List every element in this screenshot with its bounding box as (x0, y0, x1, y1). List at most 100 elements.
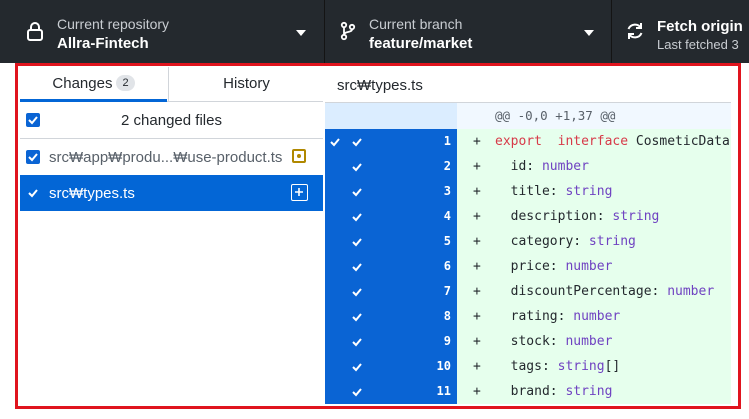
line-include-gutter[interactable] (345, 229, 413, 254)
changes-count-badge: 2 (116, 75, 135, 91)
code-token: number (667, 284, 715, 299)
code-text: discountPercentage: number (495, 284, 715, 299)
select-all-row: 2 changed files (20, 102, 323, 139)
chevron-down-icon (296, 30, 306, 36)
line-number: 3 (443, 184, 451, 198)
diff-line[interactable]: 2 + id: number (325, 154, 731, 179)
line-include-gutter[interactable] (345, 204, 413, 229)
file-list-item-selected[interactable]: src₩types.ts (20, 175, 323, 211)
added-marker: + (473, 234, 481, 249)
current-branch-button[interactable]: Current branch feature/market (325, 0, 612, 63)
line-number: 7 (443, 284, 451, 298)
added-marker: + (473, 334, 481, 349)
branch-name: feature/market (369, 35, 473, 52)
code-token: number (541, 159, 589, 174)
line-number-gutter: 9 (413, 329, 457, 354)
tab-changes[interactable]: Changes 2 (20, 67, 167, 102)
line-select-gutter[interactable] (325, 179, 345, 204)
line-select-gutter[interactable] (325, 204, 345, 229)
last-fetched-text: Last fetched 3 (657, 37, 739, 52)
diff-file-header: src₩types.ts (325, 67, 731, 103)
checkmark-icon (352, 188, 362, 197)
fetch-origin-button[interactable]: Fetch origin Last fetched 3 (612, 0, 749, 63)
line-select-gutter[interactable] (325, 279, 345, 304)
file-path: src₩app₩produ...₩use-product.ts (49, 149, 283, 166)
added-marker: + (473, 134, 481, 149)
line-number-gutter: 4 (413, 204, 457, 229)
line-number-gutter: 1 (413, 129, 457, 154)
checkmark-icon (352, 238, 362, 247)
line-include-gutter[interactable] (345, 179, 413, 204)
line-select-gutter[interactable] (325, 129, 345, 154)
added-marker: + (473, 209, 481, 224)
line-select-gutter[interactable] (325, 229, 345, 254)
line-select-gutter[interactable] (325, 354, 345, 379)
code-token: number (565, 259, 613, 274)
diff-line[interactable]: 4 + description: string (325, 204, 731, 229)
code-token: brand: (495, 384, 566, 399)
hunk-gutter[interactable] (325, 103, 457, 129)
code-text: export interface CosmeticData { (495, 134, 731, 149)
tab-history[interactable]: History (168, 67, 324, 101)
line-include-gutter[interactable] (345, 154, 413, 179)
file-list-item[interactable]: src₩app₩produ...₩use-product.ts (20, 139, 323, 175)
line-include-gutter[interactable] (345, 354, 413, 379)
code-text: price: number (495, 259, 613, 274)
line-number-gutter: 7 (413, 279, 457, 304)
line-number-gutter: 3 (413, 179, 457, 204)
line-select-gutter[interactable] (325, 329, 345, 354)
code-token: string (612, 209, 660, 224)
diff-line[interactable]: 5 + category: string (325, 229, 731, 254)
sidebar-tabs: Changes 2 History (20, 67, 323, 102)
added-marker: + (473, 384, 481, 399)
lock-icon (27, 22, 43, 41)
code-text: tags: string[] (495, 359, 621, 374)
line-include-gutter[interactable] (345, 379, 413, 404)
tab-history-label: History (223, 75, 270, 92)
checkmark-icon (28, 153, 38, 162)
code-text: title: string (495, 184, 613, 199)
diff-line[interactable]: 3 + title: string (325, 179, 731, 204)
code-text: category: string (495, 234, 636, 249)
checkmark-icon (352, 363, 362, 372)
line-select-gutter[interactable] (325, 154, 345, 179)
repository-label: Current repository (57, 16, 170, 32)
line-select-gutter[interactable] (325, 379, 345, 404)
diff-line[interactable]: 9 + stock: number (325, 329, 731, 354)
file-include-checkbox[interactable] (26, 150, 40, 164)
code-token: rating: (495, 309, 574, 324)
code-token: export (495, 134, 542, 149)
line-number: 10 (436, 359, 451, 373)
line-include-gutter[interactable] (345, 129, 413, 154)
file-include-checkbox[interactable] (26, 186, 40, 200)
code-token: string (557, 359, 605, 374)
line-number-gutter: 10 (413, 354, 457, 379)
line-include-gutter[interactable] (345, 279, 413, 304)
modified-status-icon (292, 149, 306, 163)
checkmark-icon (352, 288, 362, 297)
diff-line[interactable]: 11 + brand: string (325, 379, 731, 404)
code-token: string (588, 234, 636, 249)
added-status-icon (291, 184, 308, 201)
checkmark-icon (330, 138, 340, 147)
line-include-gutter[interactable] (345, 304, 413, 329)
line-include-gutter[interactable] (345, 329, 413, 354)
code-text: brand: string (495, 384, 613, 399)
diff-line[interactable]: 7 + discountPercentage: number (325, 279, 731, 304)
line-number: 1 (443, 134, 451, 148)
line-select-gutter[interactable] (325, 254, 345, 279)
diff-line[interactable]: 8 + rating: number (325, 304, 731, 329)
diff-line[interactable]: 10 + tags: string[] (325, 354, 731, 379)
diff-line[interactable]: 6 + price: number (325, 254, 731, 279)
repository-name: Allra-Fintech (57, 35, 149, 52)
line-number: 4 (443, 209, 451, 223)
line-include-gutter[interactable] (345, 254, 413, 279)
hunk-header: @@ -0,0 +1,37 @@ (325, 103, 731, 129)
line-select-gutter[interactable] (325, 304, 345, 329)
diff-line[interactable]: 1 + export interface CosmeticData { (325, 129, 731, 154)
branch-icon (340, 21, 356, 41)
code-token: title: (495, 184, 566, 199)
code-token: id: (495, 159, 542, 174)
current-repository-button[interactable]: Current repository Allra-Fintech (0, 0, 325, 63)
